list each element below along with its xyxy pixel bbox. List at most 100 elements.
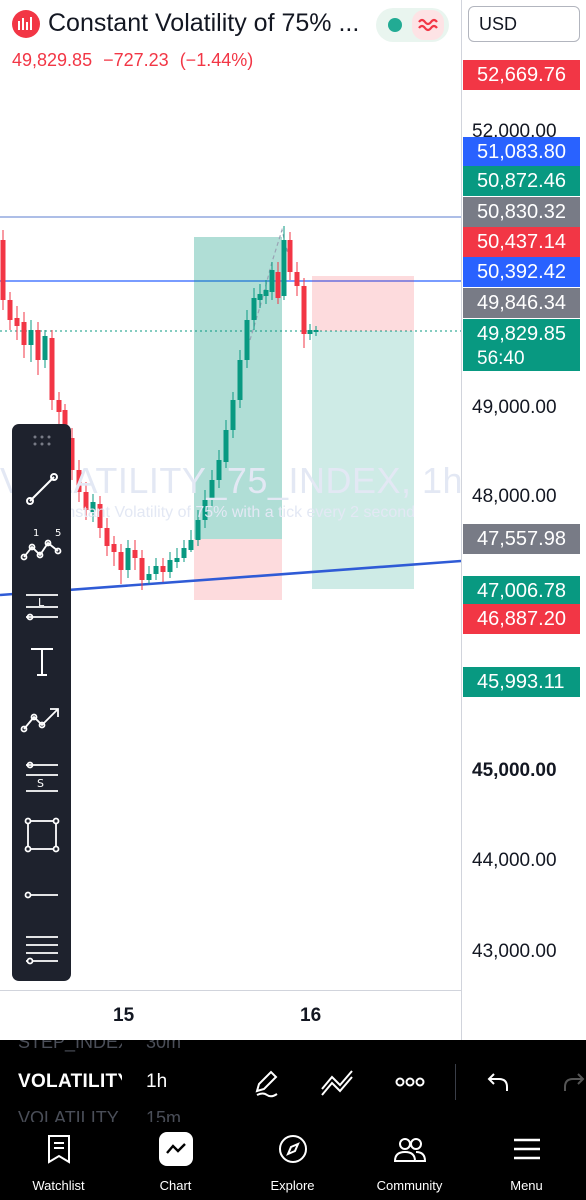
bar-divider xyxy=(455,1064,456,1100)
symbol-logo xyxy=(12,10,40,38)
candle xyxy=(237,360,243,400)
svg-text:1: 1 xyxy=(33,528,39,539)
candle xyxy=(125,548,131,570)
symbol-interval-bar[interactable]: STEP_INDEX 30m VOLATILITY_75 1h VOLATILI… xyxy=(0,1040,586,1122)
candle xyxy=(28,330,34,345)
candle xyxy=(281,240,287,296)
price-change-percent: (−1.44%) xyxy=(179,50,254,70)
candle xyxy=(139,558,145,580)
time-label-16: 16 xyxy=(300,1005,322,1026)
candle xyxy=(118,552,124,570)
price-tag: 45,993.11 xyxy=(463,667,580,697)
candle xyxy=(263,290,269,296)
price-tag: 50,872.46 xyxy=(463,166,580,196)
nav-watchlist[interactable]: Watchlist xyxy=(0,1122,117,1200)
nav-label: Explore xyxy=(270,1178,315,1193)
more-options-icon[interactable] xyxy=(390,1062,430,1102)
compass-icon xyxy=(274,1130,312,1168)
candle xyxy=(294,272,300,286)
bar-countdown: 56:40 xyxy=(477,348,525,369)
candle xyxy=(313,330,319,332)
price-tag: 49,829.85 56:40 xyxy=(463,319,580,371)
fib-retracement-icon[interactable]: L xyxy=(18,580,65,630)
gann-icon[interactable]: S xyxy=(18,752,65,802)
current-symbol[interactable]: VOLATILITY_75 xyxy=(18,1071,122,1093)
candle xyxy=(14,318,20,326)
nav-label: Community xyxy=(376,1178,443,1193)
drawing-pen-icon[interactable] xyxy=(246,1062,286,1102)
nav-menu[interactable]: Menu xyxy=(468,1122,585,1200)
price-tag: 50,437.14 xyxy=(463,227,580,257)
ghost-interval-above: 30m xyxy=(146,1040,182,1052)
candle xyxy=(0,240,6,300)
price-tag-label: 47,006.78 xyxy=(477,580,566,602)
short-position-stop-zone xyxy=(312,276,414,331)
candle xyxy=(21,322,27,345)
bottom-navigation[interactable]: Watchlist Chart Explore Community Menu xyxy=(0,1122,586,1200)
text-tool-icon[interactable] xyxy=(18,636,65,686)
nav-label: Chart xyxy=(159,1178,192,1193)
tool-list-icon[interactable] xyxy=(18,924,65,974)
nav-chart[interactable]: Chart xyxy=(117,1122,234,1200)
nav-community[interactable]: Community xyxy=(351,1122,468,1200)
community-icon xyxy=(391,1130,429,1168)
current-interval[interactable]: 1h xyxy=(146,1071,167,1093)
candle xyxy=(275,272,281,298)
svg-text:S: S xyxy=(37,777,44,790)
candle xyxy=(174,558,180,562)
candle xyxy=(301,286,307,334)
nav-explore[interactable]: Explore xyxy=(234,1122,351,1200)
rectangle-icon[interactable] xyxy=(18,810,65,860)
market-open-dot-icon xyxy=(388,18,402,32)
price-tag-label: 52,669.76 xyxy=(477,64,566,86)
price-tag-label: 50,392.42 xyxy=(477,261,566,283)
prediction-icon[interactable] xyxy=(18,694,65,744)
symbol-header[interactable]: Constant Volatility of 75% ... 49,829.85… xyxy=(0,0,461,80)
indicators-icon[interactable] xyxy=(318,1062,358,1102)
candle xyxy=(153,566,159,574)
pattern-icon[interactable]: 1 5 xyxy=(18,520,65,570)
candle xyxy=(307,330,313,334)
price-tag-label: 47,557.98 xyxy=(477,528,566,550)
horizontal-ray-icon[interactable] xyxy=(18,870,65,920)
currency-label: USD xyxy=(479,14,518,34)
price-tag-label: 50,830.32 xyxy=(477,201,566,223)
drawing-toolbar[interactable]: 1 5 L S xyxy=(12,424,71,981)
svg-text:5: 5 xyxy=(55,528,61,539)
ghost-symbol-above: STEP_INDEX xyxy=(18,1040,122,1052)
market-status-pill[interactable] xyxy=(376,8,449,42)
price-axis[interactable]: USD 52,000.00 49,000.00 48,000.00 45,000.00… xyxy=(461,0,586,1040)
price-tag: 52,669.76 xyxy=(463,60,580,90)
candle xyxy=(230,400,236,430)
price-tag-label: 46,887.20 xyxy=(477,608,566,630)
price-tag: 47,557.98 xyxy=(463,524,580,554)
candle xyxy=(287,240,293,272)
price-tick: 45,000.00 xyxy=(472,760,557,781)
price-tick: 49,000.00 xyxy=(472,397,557,418)
candle xyxy=(42,336,48,360)
price-tick: 44,000.00 xyxy=(472,850,557,871)
candle xyxy=(7,300,13,320)
symbol-title[interactable]: Constant Volatility of 75% ... xyxy=(48,9,359,38)
candle xyxy=(49,338,55,400)
time-axis[interactable]: 15 16 xyxy=(0,990,461,1040)
price-tag-label: 45,993.11 xyxy=(477,671,565,693)
time-label-15: 15 xyxy=(113,1005,135,1026)
candle xyxy=(251,298,257,320)
trend-line-icon[interactable] xyxy=(18,464,65,514)
price-tick: 43,000.00 xyxy=(472,941,557,962)
candle xyxy=(188,540,194,550)
currency-select[interactable]: USD xyxy=(468,6,580,42)
chart-icon xyxy=(159,1132,193,1166)
price-tag: 46,887.20 xyxy=(463,604,580,634)
undo-icon[interactable] xyxy=(476,1062,516,1102)
candle xyxy=(269,270,275,292)
nav-label: Watchlist xyxy=(32,1178,85,1193)
candle xyxy=(181,548,187,558)
drag-handle-icon[interactable] xyxy=(32,434,52,448)
redo-icon[interactable] xyxy=(556,1062,586,1102)
candle xyxy=(56,400,62,412)
price-tag: 47,006.78 xyxy=(463,576,580,606)
price-quote: 49,829.85 −727.23 (−1.44%) xyxy=(12,50,259,71)
candle xyxy=(146,574,152,580)
